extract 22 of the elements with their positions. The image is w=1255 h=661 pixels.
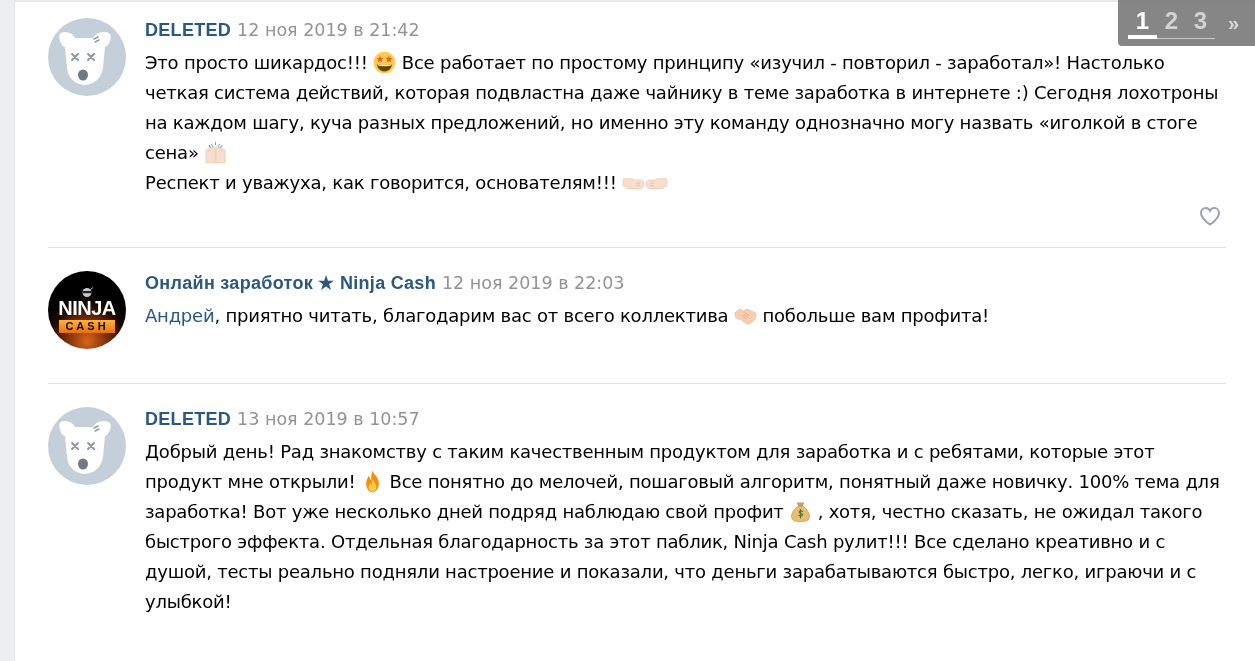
author-name[interactable]: DELETED (145, 18, 232, 42)
comment-text: Респект и уважуха, как говорится, основателям!!! (145, 168, 1226, 198)
comment-date[interactable]: 12 ноя 2019 в 21:42 (237, 18, 420, 42)
heart-icon[interactable] (1199, 206, 1221, 226)
comment-text: Это просто шикардос!!! Все работает по простому принципу «изучил - повторил - заработал»! Настолько четкая система действий, которая подвластна даже чайнику в теме заработка в интернете :) Сегодня лохотроны на каждом шагу, куча разных предложений, но именно эту команду однозначно могу назвать «иголкой в стоге сена» (145, 50, 1220, 166)
comment-text: Добрый день! Рад знакомству с таким качественным продуктом для заработка и с ребятами, которые этот продукт мне открыли! Все понятно до мелочей, пошаговый алгоритм, понятный даже новичку. 100% тема для заработка! Вот уже несколько дней подряд наблюдаю свой профит , хотя, честно сказать, не ожидал такого быстрого эффекта. Отдельная благодарность за этот паблик, Ninja Cash рулит!!! Все сделано креативно и с душой, тесты реально подняли настроение и показали, что деньги зарабатываются быстро, легко, играючи и с улыбкой! (145, 440, 1221, 614)
logo-banner: CASH (59, 320, 115, 333)
logo-text: NINJA (58, 298, 116, 318)
money-bag-icon (789, 500, 813, 523)
page-link[interactable]: 1 (1128, 7, 1157, 39)
next-page-link[interactable]: » (1228, 9, 1240, 37)
page-link[interactable]: 3 (1186, 7, 1215, 39)
author-name[interactable]: DELETED (145, 407, 232, 431)
comment-text: Андрей, приятно читать, благодарим вас от всего коллектива побольше вам профита! (145, 303, 991, 329)
masked-head-icon (81, 287, 93, 297)
raised-hands-icon (204, 141, 228, 164)
comment-date[interactable]: 13 ноя 2019 в 10:57 (237, 407, 420, 431)
mention-link[interactable]: Андрей (145, 305, 215, 326)
star-eyes-face-icon (373, 51, 397, 74)
author-name[interactable]: Онлайн заработок ★ Ninja Cash (145, 271, 436, 295)
page-link[interactable]: 2 (1157, 7, 1186, 39)
comment-date[interactable]: 12 ноя 2019 в 22:03 (441, 271, 625, 295)
